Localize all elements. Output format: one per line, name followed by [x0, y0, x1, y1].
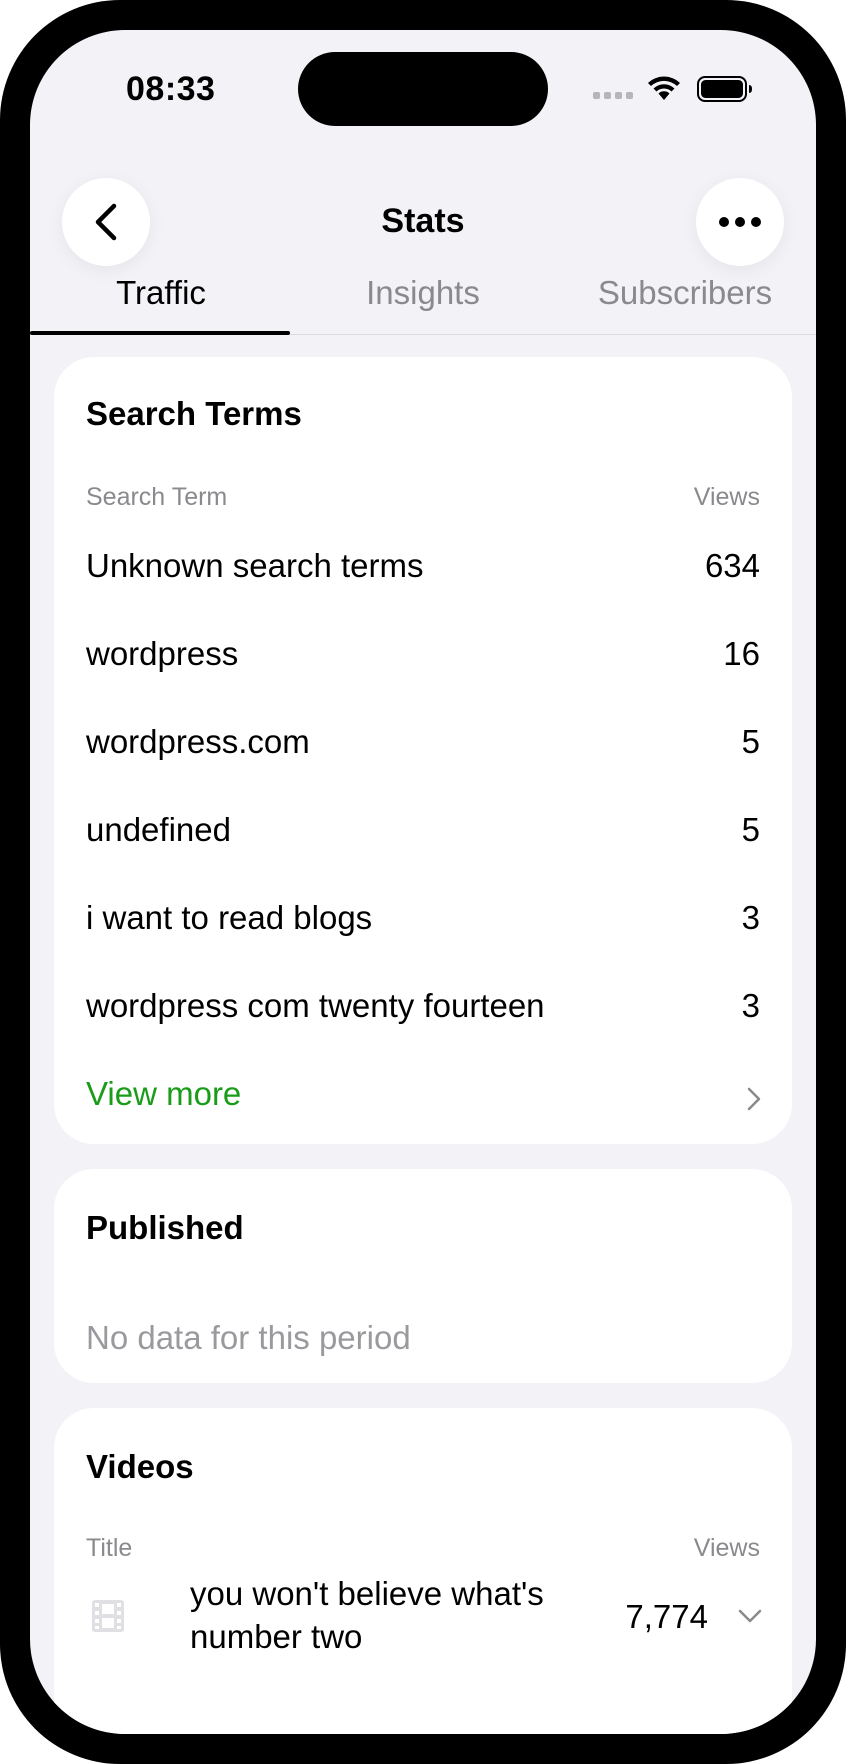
search-term: Unknown search terms	[86, 547, 424, 584]
column-header-views: Views	[693, 1534, 760, 1562]
video-title: you won't believe what's number two	[190, 1572, 580, 1658]
card-title: Published	[86, 1209, 244, 1246]
status-time: 08:33	[126, 70, 216, 108]
search-term: wordpress.com	[86, 723, 310, 760]
status-bar: 08:33	[30, 30, 816, 150]
video-film-icon	[92, 1600, 124, 1632]
video-title-line: you won't believe what's	[190, 1575, 544, 1612]
card-title: Search Terms	[86, 395, 302, 432]
tab-traffic[interactable]: Traffic	[30, 274, 292, 312]
views-count: 5	[741, 811, 760, 848]
battery-icon	[697, 76, 752, 102]
wifi-icon	[648, 76, 680, 100]
column-header-views: Views	[693, 483, 760, 511]
video-views-count: 7,774	[625, 1598, 708, 1635]
tab-insights[interactable]: Insights	[292, 274, 554, 312]
ellipsis-icon	[719, 217, 761, 227]
screen: 08:33 Stats Traffic Insights Subscribers…	[30, 30, 816, 1734]
more-options-button[interactable]	[696, 178, 784, 266]
search-term: wordpress com twenty fourteen	[86, 987, 545, 1024]
tab-bar: Traffic Insights Subscribers	[30, 266, 816, 335]
chevron-down-icon[interactable]	[738, 1608, 762, 1624]
views-count: 3	[741, 899, 760, 936]
tab-subscribers[interactable]: Subscribers	[554, 274, 816, 312]
navigation-header: Stats	[30, 140, 816, 266]
search-term: wordpress	[86, 635, 239, 672]
card-title: Videos	[86, 1448, 194, 1485]
search-term: undefined	[86, 811, 231, 848]
dynamic-island	[298, 52, 548, 126]
views-count: 16	[723, 635, 760, 672]
cellular-signal-icon	[593, 92, 635, 100]
device-frame: 08:33 Stats Traffic Insights Subscribers…	[0, 0, 846, 1764]
empty-state-text: No data for this period	[86, 1319, 411, 1356]
views-count: 3	[741, 987, 760, 1024]
views-count: 5	[741, 723, 760, 760]
video-title-line: number two	[190, 1618, 363, 1655]
search-term: i want to read blogs	[86, 899, 373, 936]
active-tab-indicator	[30, 331, 290, 335]
column-header-title: Title	[86, 1534, 133, 1562]
column-header-search-term: Search Term	[86, 483, 228, 511]
search-terms-card: Search Terms Search Term Views Unknown s…	[54, 357, 792, 1144]
view-more-label: View more	[86, 1075, 242, 1112]
views-count: 634	[704, 547, 760, 584]
published-card: Published No data for this period	[54, 1169, 792, 1383]
videos-card: Videos Title Views you won't believe wha…	[54, 1408, 792, 1734]
chevron-right-icon	[747, 1087, 761, 1111]
